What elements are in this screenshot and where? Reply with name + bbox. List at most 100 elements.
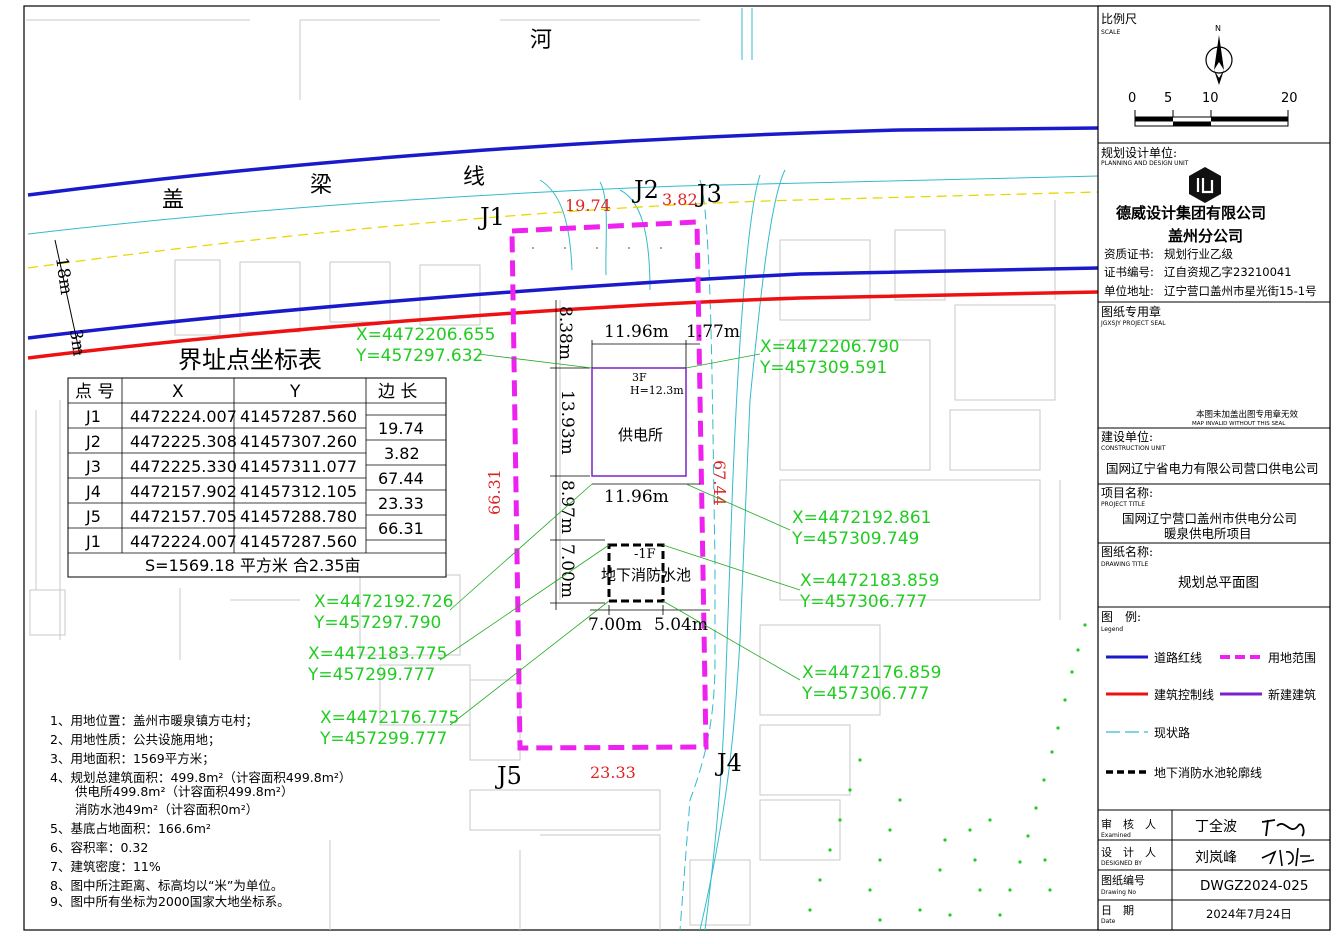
table-row-x: 4472225.330 <box>130 457 237 476</box>
building-label: 供电所 <box>618 426 663 444</box>
date-label-en: Date <box>1101 918 1116 925</box>
legend-label-en: Legend <box>1101 626 1123 633</box>
table-area: S=1569.18 平方米 合2.35亩 <box>145 556 361 575</box>
company-name-line2: 盖州分公司 <box>1168 227 1243 245</box>
road-name-char-2: 梁 <box>310 173 332 198</box>
table-row-y: 41457287.560 <box>240 532 357 551</box>
seal-note: 本图未加盖出图专用章无效 <box>1196 409 1299 420</box>
road-width-3: 3m <box>65 328 89 357</box>
table-row-x: 4472157.902 <box>130 482 237 501</box>
table-row-pt: J4 <box>85 482 101 501</box>
table-row-pt: J2 <box>85 432 101 451</box>
address-label: 单位地址: <box>1104 284 1154 298</box>
coord-leaders <box>439 353 801 726</box>
road-width-18: 18m <box>51 256 76 296</box>
table-row-x: 4472224.007 <box>130 532 237 551</box>
seal-label-en: JGXSJY PROJECT SEAL <box>1100 320 1166 327</box>
dim-7-00-vertical: 7.00m <box>557 544 577 598</box>
legend-build-control: 建筑控制线 <box>1154 687 1214 702</box>
construction-unit-label-en: CONSTRUCTION UNIT <box>1101 445 1166 452</box>
table-row-pt: J1 <box>85 407 101 426</box>
dim-5-04: 5.04m <box>654 615 708 635</box>
header-point: 点 号 <box>75 382 114 402</box>
table-row-y: 41457312.105 <box>240 482 357 501</box>
river-label: 河 <box>530 28 552 53</box>
scale-tick: 20 <box>1281 91 1298 106</box>
table-edge: 3.82 <box>384 444 420 463</box>
point-j3: J3 <box>694 180 722 208</box>
road-name-char-1: 盖 <box>162 188 184 213</box>
pool-label: 地下消防水池 <box>601 566 691 584</box>
header-y: Y <box>289 382 301 402</box>
project-label-en: PROJECT TITLE <box>1101 501 1145 508</box>
construction-unit-label: 建设单位: <box>1101 429 1153 444</box>
design-label-en: DESIGNED BY <box>1101 860 1142 867</box>
note-line: 1、用地位置：盖州市暖泉镇方屯村； <box>50 713 258 728</box>
coord-2-y: Y=457309.591 <box>759 358 887 378</box>
table-row-y: 41457307.260 <box>240 432 357 451</box>
point-j2: J2 <box>631 176 659 204</box>
edge-j2-j3: 3.82 <box>662 190 698 209</box>
project-label: 项目名称: <box>1101 485 1153 500</box>
scale-tick: 0 <box>1128 91 1136 106</box>
point-j4: J4 <box>714 749 742 777</box>
table-row-pt: J5 <box>85 507 101 526</box>
project-name-line1: 国网辽宁营口盖州市供电分公司 <box>1122 511 1297 526</box>
seal-note-en: MAP INVALID WITHOUT THIS SEAL <box>1192 421 1286 427</box>
coord-7-y: Y=457299.777 <box>307 665 435 685</box>
coordinate-table: 界址点坐标表 点 号 X Y 边 长 J1 4472224.007 414572… <box>67 346 447 578</box>
coord-4-y: Y=457306.777 <box>799 592 927 612</box>
drawing-no-label-en: Drawing No <box>1101 889 1136 896</box>
scale-label: 比例尺 <box>1101 12 1137 26</box>
dim-8-38: 8.38m <box>555 306 575 360</box>
coord-4-x: X=4472183.859 <box>800 571 939 591</box>
edge-j5-j1: 66.31 <box>485 469 504 515</box>
coord-2-x: X=4472206.790 <box>760 337 899 357</box>
drawing-no-label: 图纸编号 <box>1101 873 1145 887</box>
table-row-x: 4472224.007 <box>130 407 237 426</box>
table-row-y: 41457288.780 <box>240 507 357 526</box>
north-label: N <box>1215 24 1221 33</box>
construction-unit-value: 国网辽宁省电力有限公司营口供电公司 <box>1106 461 1319 476</box>
review-value: 丁全波 <box>1195 818 1237 835</box>
certificate-value: 辽自资规乙字23210041 <box>1164 265 1292 279</box>
table-row-y: 41457311.077 <box>240 457 357 476</box>
scale-tick: 5 <box>1164 91 1172 106</box>
edge-j4-j5: 23.33 <box>590 763 636 782</box>
drawing-no-value: DWGZ2024-025 <box>1200 878 1308 894</box>
design-value: 刘岚峰 <box>1195 850 1237 866</box>
point-j5: J5 <box>494 762 522 790</box>
address-value: 辽宁营口盖州市星光街15-1号 <box>1164 284 1317 298</box>
note-line: 8、图中所注距离、标高均以“米”为单位。 <box>50 878 283 893</box>
legend-pool-outline: 地下消防水池轮廓线 <box>1154 765 1262 780</box>
date-value: 2024年7月24日 <box>1206 907 1292 921</box>
qualification-value: 规划行业乙级 <box>1164 247 1233 261</box>
road-name-char-3: 线 <box>463 165 485 190</box>
note-line: 4、规划总建筑面积：499.8m²（计容面积499.8m²） <box>50 770 351 785</box>
note-line: 供电所499.8m²（计容面积499.8m²） <box>50 784 293 799</box>
note-line: 消防水池49m²（计容面积0m²） <box>50 802 258 817</box>
qualification-label: 资质证书: <box>1104 247 1154 261</box>
notes: 1、用地位置：盖州市暖泉镇方屯村； 2、用地性质：公共设施用地； 3、用地面积：… <box>50 713 351 909</box>
note-line: 9、图中所有坐标为2000国家大地坐标系。 <box>50 894 290 909</box>
legend-label: 图 例: <box>1101 610 1141 624</box>
review-label-en: Examined <box>1101 832 1131 839</box>
dim-13-93: 13.93m <box>557 390 577 455</box>
table-row-x: 4472225.308 <box>130 432 237 451</box>
table-row-pt: J3 <box>85 457 101 476</box>
note-line: 5、基底占地面积：166.6m² <box>50 821 211 836</box>
legend-new-building: 新建建筑 <box>1268 687 1316 702</box>
design-unit-label: 规划设计单位: <box>1101 145 1177 160</box>
road-red-line-north <box>27 126 1099 197</box>
note-line: 7、建筑密度：11% <box>50 859 161 874</box>
table-edge: 67.44 <box>378 469 424 488</box>
table-edge: 23.33 <box>378 494 424 513</box>
coord-7-x: X=4472183.775 <box>308 644 447 664</box>
legend-existing-road: 现状路 <box>1154 725 1190 740</box>
coord-8-x: X=4472176.775 <box>320 708 459 728</box>
note-line: 6、容积率：0.32 <box>50 840 148 855</box>
header-edge: 边 长 <box>378 382 417 402</box>
edge-j1-j2: 19.74 <box>565 196 611 215</box>
scale-label-en: SCALE <box>1101 29 1120 36</box>
company-name-line1: 德威设计集团有限公司 <box>1116 204 1266 222</box>
